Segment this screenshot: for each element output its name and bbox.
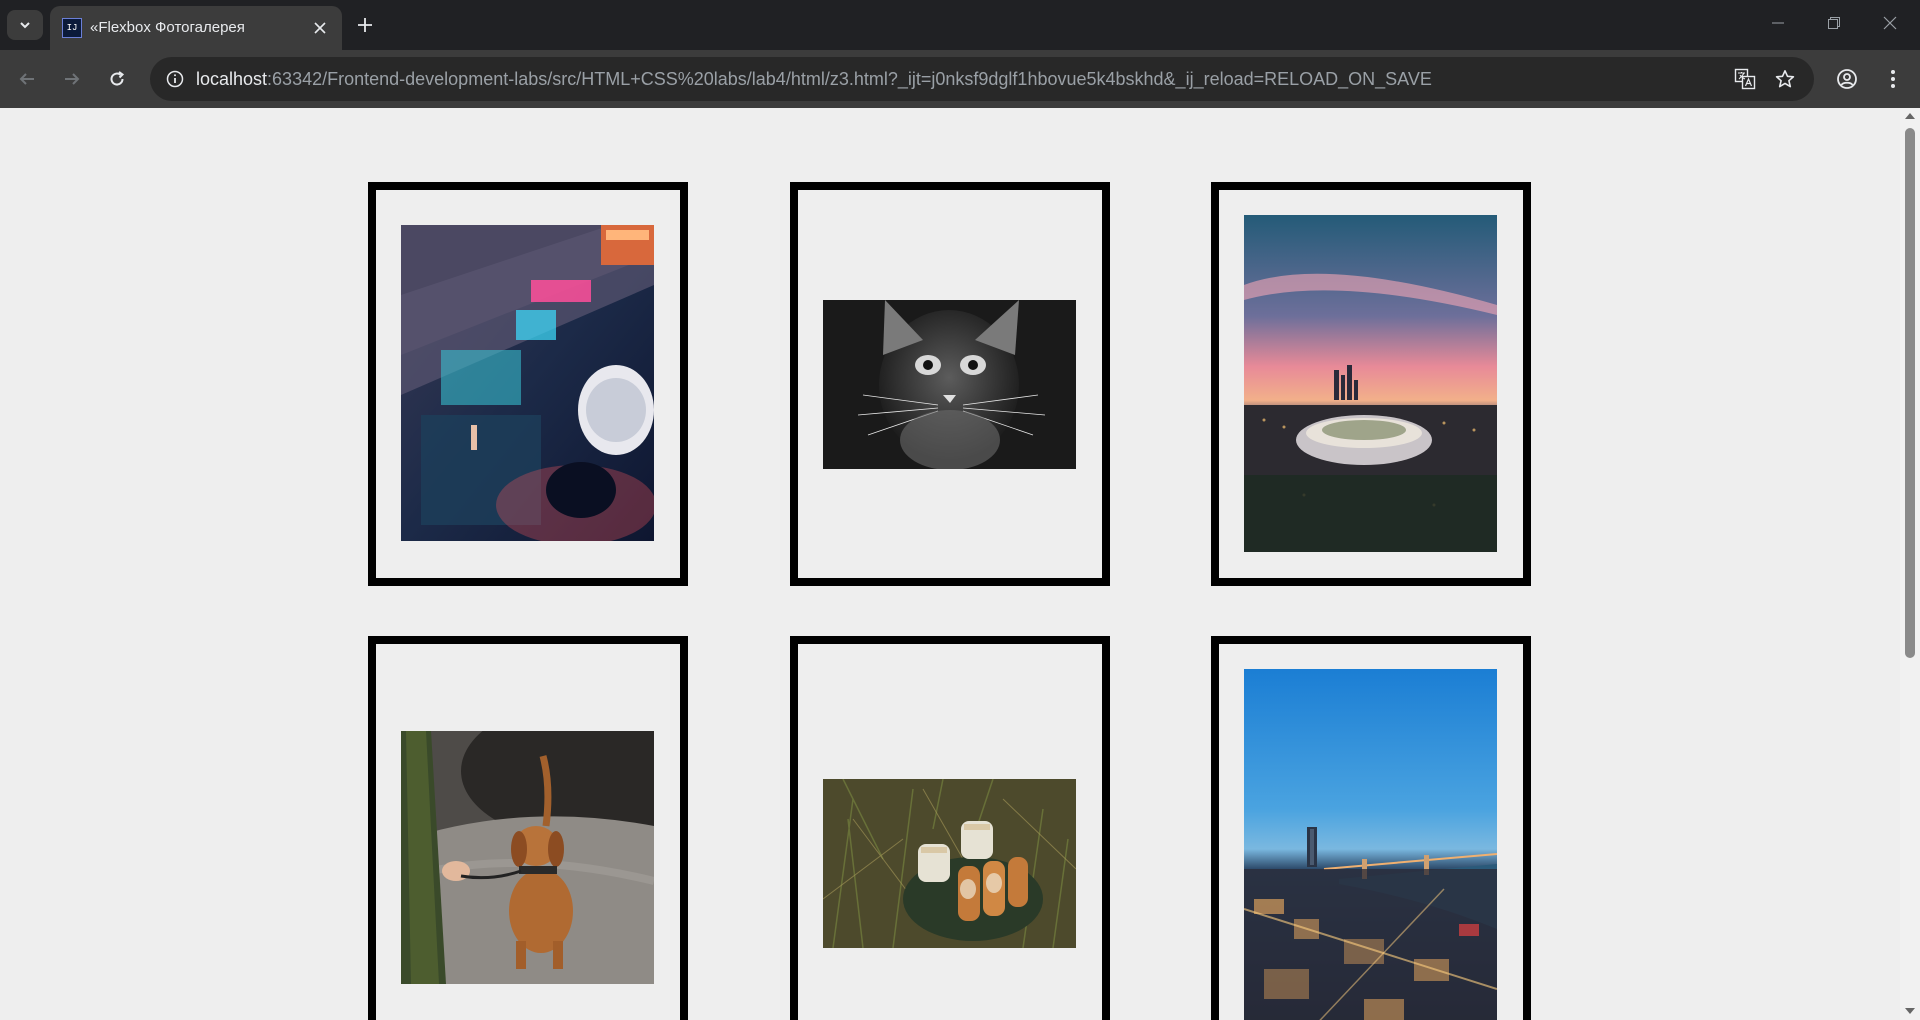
minimize-button[interactable] — [1758, 8, 1798, 38]
close-tab-button[interactable] — [308, 16, 332, 40]
active-tab[interactable]: IJ «Flexbox Фотогалерея — [50, 6, 342, 50]
arrow-left-icon — [19, 73, 34, 85]
tab-search-button[interactable] — [7, 10, 43, 40]
minimize-icon — [1772, 22, 1784, 24]
site-info-button[interactable] — [160, 64, 190, 94]
page-viewport — [0, 108, 1900, 1020]
translate-icon — [1734, 68, 1756, 90]
neon-city-street-photo — [401, 225, 654, 541]
city-bridge-night-photo — [1244, 669, 1497, 1020]
plus-icon — [358, 18, 372, 32]
gallery-frame — [368, 636, 688, 1020]
gallery-frame — [368, 182, 688, 586]
reload-icon — [110, 71, 125, 86]
new-tab-button[interactable] — [350, 10, 380, 40]
close-window-button[interactable] — [1870, 8, 1910, 38]
translate-button[interactable] — [1730, 64, 1760, 94]
address-bar[interactable]: localhost:63342/Frontend-development-lab… — [150, 57, 1814, 101]
profile-button[interactable] — [1832, 64, 1862, 94]
star-icon — [1775, 70, 1795, 88]
gallery-frame — [790, 182, 1110, 586]
scroll-up-arrow[interactable] — [1905, 113, 1915, 119]
tab-strip: IJ «Flexbox Фотогалерея — [0, 0, 1920, 50]
intellij-icon: IJ — [62, 18, 82, 38]
gallery-frame — [1211, 636, 1531, 1020]
restore-icon — [1828, 17, 1840, 29]
account-icon — [1837, 69, 1857, 89]
gallery-frame — [1211, 182, 1531, 586]
forward-button[interactable] — [57, 64, 87, 94]
reload-button[interactable] — [102, 64, 132, 94]
tab-title: «Flexbox Фотогалерея — [90, 19, 245, 36]
restore-button[interactable] — [1814, 8, 1854, 38]
menu-button[interactable] — [1878, 64, 1908, 94]
browser-toolbar: localhost:63342/Frontend-development-lab… — [0, 50, 1920, 108]
gallery-frame — [790, 636, 1110, 1020]
more-vertical-icon — [1891, 70, 1895, 88]
stadium-sunset-photo — [1244, 215, 1497, 552]
page-scrollbar[interactable] — [1900, 108, 1920, 1020]
bookmark-button[interactable] — [1770, 64, 1800, 94]
close-icon — [314, 22, 326, 34]
picnic-cups-bread-photo — [823, 779, 1076, 948]
dachshund-on-rock-photo — [401, 731, 654, 984]
black-white-cat-photo — [823, 300, 1076, 469]
arrow-right-icon — [65, 73, 80, 85]
scroll-down-arrow[interactable] — [1905, 1008, 1915, 1014]
url-text[interactable]: localhost:63342/Frontend-development-lab… — [196, 69, 1432, 90]
scroll-thumb[interactable] — [1905, 128, 1915, 658]
close-icon — [1883, 16, 1897, 30]
chevron-down-icon — [20, 22, 30, 29]
back-button[interactable] — [12, 64, 42, 94]
info-icon — [166, 70, 184, 88]
